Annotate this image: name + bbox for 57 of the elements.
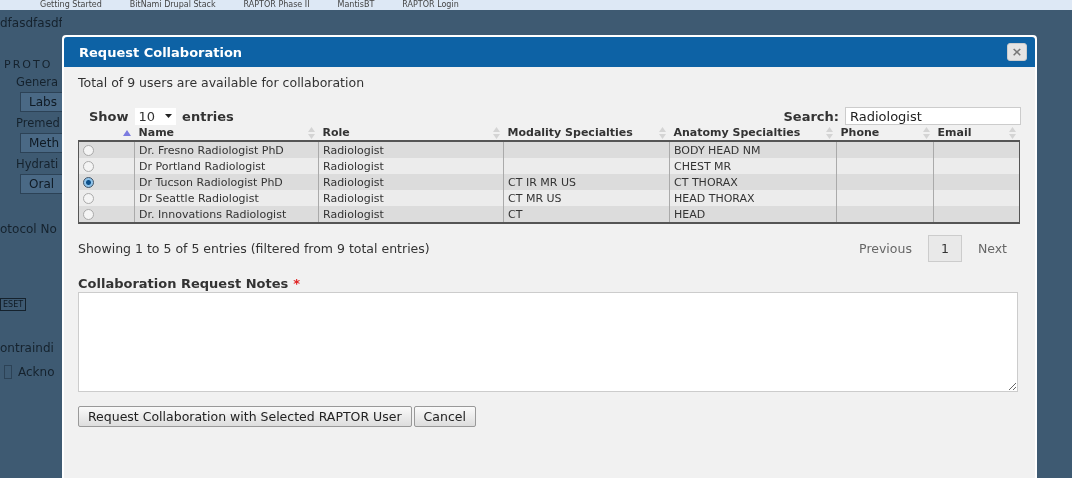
- table-cell: Radiologist: [318, 190, 504, 206]
- bookmark-link[interactable]: Getting Started: [40, 0, 102, 10]
- radio-button[interactable]: [83, 161, 94, 172]
- field-label: ontraindi: [0, 341, 54, 355]
- table-cell: Dr Tucson Radiologist PhD: [134, 174, 319, 190]
- bookmark-link[interactable]: RAPTOR Login: [402, 0, 459, 10]
- next-link[interactable]: Next: [977, 241, 1007, 256]
- checkbox[interactable]: [4, 365, 12, 379]
- section-title: PROTO: [3, 58, 53, 71]
- notes-field[interactable]: [78, 292, 1018, 392]
- radio-button[interactable]: [83, 145, 94, 156]
- table-cell: Radiologist: [318, 174, 504, 190]
- entries-label: entries: [182, 108, 234, 124]
- dialog-title: Request Collaboration: [79, 44, 243, 60]
- radio-button[interactable]: [83, 209, 94, 220]
- column-header[interactable]: Role: [318, 125, 504, 141]
- caret-icon: [165, 114, 173, 118]
- bookmark-link[interactable]: MantisBT: [337, 0, 375, 10]
- column-header[interactable]: Modality Specialties: [503, 125, 670, 141]
- table-cell: Dr Portland Radiologist: [134, 158, 319, 174]
- column-header[interactable]: Email: [933, 125, 1020, 141]
- table-cell: Radiologist: [318, 206, 504, 223]
- field-label: Genera: [16, 75, 59, 89]
- previous-link[interactable]: Previous: [859, 241, 912, 256]
- close-button[interactable]: ×: [1007, 43, 1027, 61]
- entries-dropdown[interactable]: 10: [134, 107, 177, 125]
- column-header[interactable]: Anatomy Specialties: [669, 125, 837, 141]
- search-field[interactable]: Radiologist: [845, 107, 1021, 125]
- radio-button[interactable]: [83, 177, 94, 188]
- table-cell: Radiologist: [318, 158, 504, 174]
- table-cell: Dr. Innovations Radiologist: [134, 206, 319, 223]
- table-cell: CHEST MR: [669, 158, 837, 174]
- table-info: Showing 1 to 5 of 5 entries (filtered from 9 total entries): [78, 241, 430, 256]
- table-cell: CT THORAX: [669, 174, 837, 190]
- radio-button[interactable]: [83, 193, 94, 204]
- dialog-button[interactable]: Cancel: [413, 406, 476, 427]
- table-cell: CT: [503, 206, 670, 223]
- dialog-button[interactable]: Request Collaboration with Selected RAPTOR User: [78, 406, 412, 427]
- bookmark-link[interactable]: BitNami Drupal Stack: [129, 0, 216, 10]
- table-cell: Dr Seattle Radiologist: [134, 190, 319, 206]
- table-cell: HEAD: [669, 206, 837, 223]
- show-label: Show: [89, 108, 129, 124]
- table-cell: CT IR MR US: [503, 174, 670, 190]
- checkbox-label: Ackno: [18, 365, 55, 379]
- page-button[interactable]: 1: [927, 235, 962, 262]
- required-mark: *: [293, 276, 301, 291]
- table-cell: CT MR US: [503, 190, 670, 206]
- field-label: Premed: [16, 116, 60, 130]
- field-label: otocol No: [0, 222, 57, 236]
- column-header[interactable]: Name: [134, 125, 319, 141]
- bookmark-link[interactable]: RAPTOR Phase II: [243, 0, 310, 10]
- search-label: Search:: [783, 108, 839, 124]
- field-label: Hydrati: [16, 157, 59, 171]
- summary-text: Total of 9 users are available for collaboration: [78, 75, 366, 90]
- column-header[interactable]: Phone: [836, 125, 934, 141]
- notes-label: Collaboration Request Notes: [78, 276, 289, 291]
- table-cell: HEAD THORAX: [669, 190, 837, 206]
